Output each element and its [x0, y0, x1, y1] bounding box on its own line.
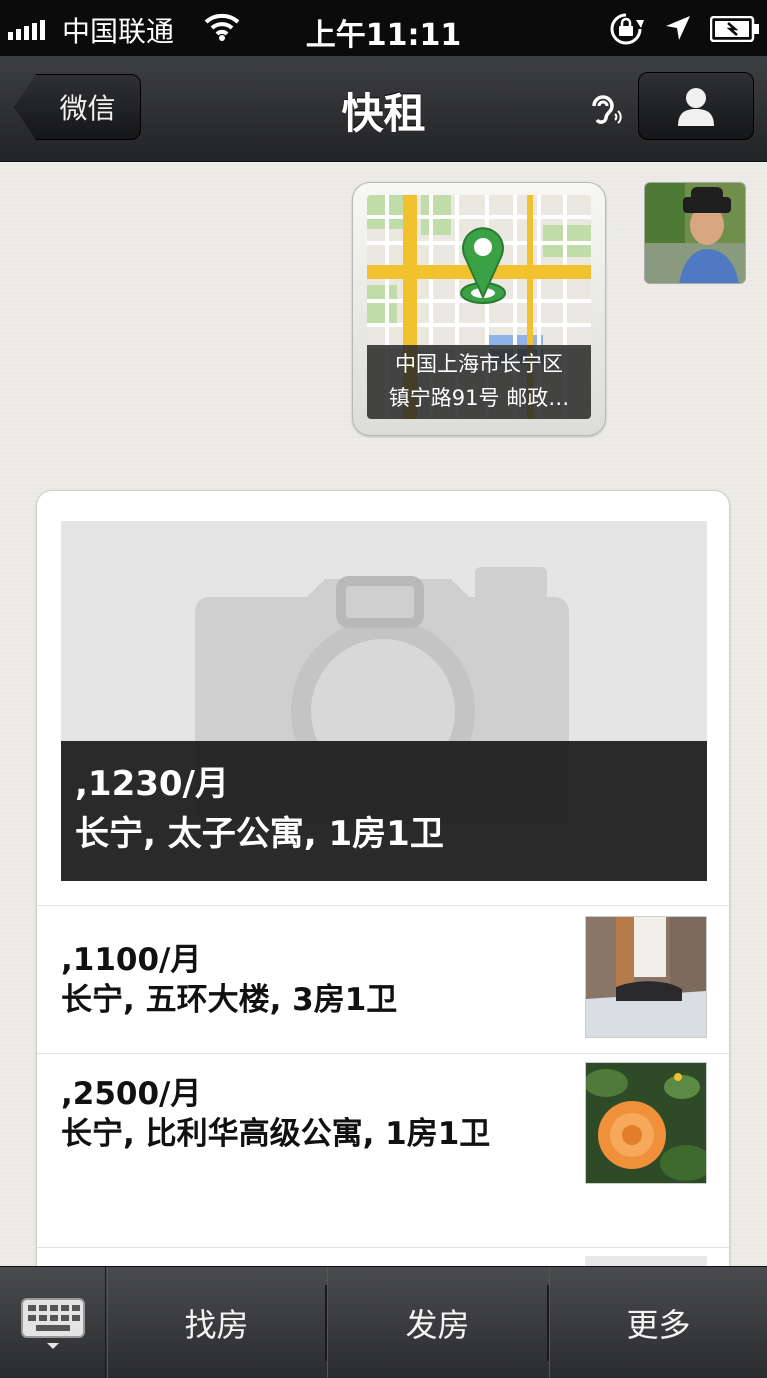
post-house-button[interactable]: 发房 — [327, 1267, 547, 1378]
location-map[interactable]: 中国上海市长宁区 镇宁路91号 邮政… — [367, 195, 591, 419]
keyboard-toggle-button[interactable] — [0, 1267, 106, 1378]
listing-thumbnail — [585, 1062, 707, 1184]
featured-caption: ,1230/月 长宁, 太子公寓, 1房1卫 — [61, 741, 707, 881]
chat-area[interactable]: 中国上海市长宁区 镇宁路91号 邮政… ,1230/月 长宁, 太子公寓, 1房… — [0, 162, 767, 1290]
item-description: 长宁, 五环大楼, 3房1卫 — [61, 982, 398, 1018]
ear-icon[interactable] — [584, 90, 624, 130]
featured-listing[interactable]: ,1230/月 长宁, 太子公寓, 1房1卫 — [61, 521, 707, 881]
location-address: 中国上海市长宁区 镇宁路91号 邮政… — [367, 345, 591, 419]
find-house-button[interactable]: 找房 — [107, 1267, 325, 1378]
profile-button[interactable] — [638, 72, 754, 140]
item-price: ,1100/月 — [61, 942, 202, 978]
location-message[interactable]: 中国上海市长宁区 镇宁路91号 邮政… — [352, 182, 606, 436]
featured-description: 长宁, 太子公寓, 1房1卫 — [75, 814, 444, 854]
profile-icon — [678, 88, 714, 126]
item-price: ,2500/月 — [61, 1076, 202, 1112]
avatar[interactable] — [644, 182, 746, 284]
more-button[interactable]: 更多 — [549, 1267, 767, 1378]
item-description: 长宁, 比利华高级公寓, 1房1卫 — [61, 1116, 491, 1152]
status-bar: 中国联通 上午11:11 — [0, 0, 767, 56]
listing-card: ,1230/月 长宁, 太子公寓, 1房1卫 ,1100/月 长宁, 五环大楼,… — [36, 490, 730, 1290]
nav-bar: 微信 快租 — [0, 56, 767, 162]
battery-icon — [710, 16, 759, 42]
list-item[interactable]: ,2500/月 长宁, 比利华高级公寓, 1房1卫 — [37, 1053, 729, 1247]
listing-thumbnail — [585, 916, 707, 1038]
keyboard-icon — [20, 1298, 85, 1349]
featured-price: ,1230/月 — [75, 764, 229, 804]
rotation-lock-icon — [610, 13, 644, 45]
bottom-menu-bar: 找房 发房 更多 — [0, 1266, 767, 1378]
address-line-2: 镇宁路91号 邮政… — [388, 386, 570, 410]
location-arrow-icon — [666, 16, 690, 40]
status-time: 上午11:11 — [305, 18, 462, 53]
bubble-tail — [604, 220, 620, 244]
address-line-1: 中国上海市长宁区 — [395, 352, 563, 376]
list-item[interactable]: ,1100/月 长宁, 五环大楼, 3房1卫 — [37, 905, 729, 1053]
map-pin-icon — [460, 227, 506, 304]
